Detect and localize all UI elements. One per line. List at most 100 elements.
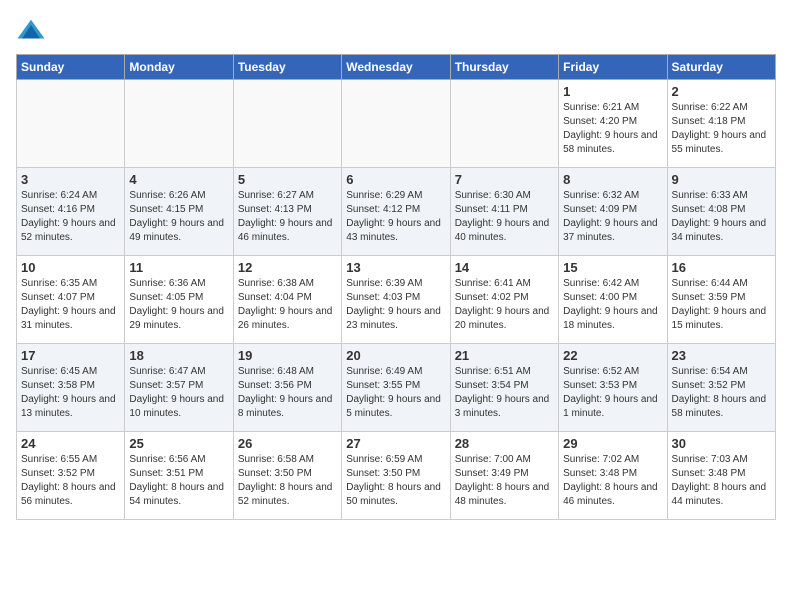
day-number: 6	[346, 172, 445, 187]
calendar-day-cell: 21 Sunrise: 6:51 AM Sunset: 3:54 PM Dayli…	[450, 344, 558, 432]
calendar-day-cell: 8Sunrise: 6:32 AM Sunset: 4:09 PM Daylig…	[559, 168, 667, 256]
day-info: Sunrise: 6:48 AM Sunset: 3:56 PM Dayligh…	[238, 365, 337, 421]
calendar-day-cell: 25 Sunrise: 6:56 AM Sunset: 3:51 PM Dayli…	[125, 432, 233, 520]
calendar-day-cell: 2 Sunrise: 6:22 AM Sunset: 4:18 PM Daylig…	[667, 80, 775, 168]
day-number: 19	[238, 348, 337, 363]
calendar-day-cell: 16 Sunrise: 6:44 AM Sunset: 3:59 PM Dayli…	[667, 256, 775, 344]
calendar-day-cell: 27 Sunrise: 6:59 AM Sunset: 3:50 PM Dayli…	[342, 432, 450, 520]
day-number: 26	[238, 436, 337, 451]
day-number: 24	[21, 436, 120, 451]
calendar-day-cell: 6 Sunrise: 6:29 AM Sunset: 4:12 PM Daylig…	[342, 168, 450, 256]
day-info: Sunrise: 6:27 AM Sunset: 4:13 PM Dayligh…	[238, 189, 337, 245]
day-number: 12	[238, 260, 337, 275]
day-info: Sunrise: 6:42 AM Sunset: 4:00 PM Dayligh…	[563, 277, 662, 333]
calendar-day-cell: 18Sunrise: 6:47 AM Sunset: 3:57 PM Dayli…	[125, 344, 233, 432]
calendar-day-cell: 24 Sunrise: 6:55 AM Sunset: 3:52 PM Dayli…	[17, 432, 125, 520]
calendar-day-cell: 23Sunrise: 6:54 AM Sunset: 3:52 PM Dayli…	[667, 344, 775, 432]
day-number: 15	[563, 260, 662, 275]
day-number: 7	[455, 172, 554, 187]
day-number: 28	[455, 436, 554, 451]
calendar-day-cell: 15 Sunrise: 6:42 AM Sunset: 4:00 PM Dayli…	[559, 256, 667, 344]
calendar-day-cell: 11 Sunrise: 6:36 AM Sunset: 4:05 PM Dayli…	[125, 256, 233, 344]
day-info: Sunrise: 6:49 AM Sunset: 3:55 PM Dayligh…	[346, 365, 445, 421]
calendar-day-cell	[450, 80, 558, 168]
day-info: Sunrise: 7:02 AM Sunset: 3:48 PM Dayligh…	[563, 453, 662, 509]
day-info: Sunrise: 6:21 AM Sunset: 4:20 PM Dayligh…	[563, 101, 662, 157]
calendar-day-cell: 26 Sunrise: 6:58 AM Sunset: 3:50 PM Dayli…	[233, 432, 341, 520]
calendar-day-cell: 10 Sunrise: 6:35 AM Sunset: 4:07 PM Dayli…	[17, 256, 125, 344]
weekday-header: Friday	[559, 55, 667, 80]
calendar-header-row: SundayMondayTuesdayWednesdayThursdayFrid…	[17, 55, 776, 80]
day-number: 10	[21, 260, 120, 275]
logo-icon	[16, 16, 46, 46]
day-info: Sunrise: 6:56 AM Sunset: 3:51 PM Dayligh…	[129, 453, 228, 509]
day-info: Sunrise: 6:41 AM Sunset: 4:02 PM Dayligh…	[455, 277, 554, 333]
calendar-week-row: 24 Sunrise: 6:55 AM Sunset: 3:52 PM Dayli…	[17, 432, 776, 520]
calendar-day-cell: 30 Sunrise: 7:03 AM Sunset: 3:48 PM Dayli…	[667, 432, 775, 520]
calendar-day-cell: 14 Sunrise: 6:41 AM Sunset: 4:02 PM Dayli…	[450, 256, 558, 344]
day-number: 1	[563, 84, 662, 99]
calendar-day-cell: 19 Sunrise: 6:48 AM Sunset: 3:56 PM Dayli…	[233, 344, 341, 432]
day-number: 30	[672, 436, 771, 451]
day-number: 11	[129, 260, 228, 275]
day-info: Sunrise: 6:55 AM Sunset: 3:52 PM Dayligh…	[21, 453, 120, 509]
day-info: Sunrise: 7:03 AM Sunset: 3:48 PM Dayligh…	[672, 453, 771, 509]
day-info: Sunrise: 6:36 AM Sunset: 4:05 PM Dayligh…	[129, 277, 228, 333]
calendar-day-cell: 12 Sunrise: 6:38 AM Sunset: 4:04 PM Dayli…	[233, 256, 341, 344]
day-number: 14	[455, 260, 554, 275]
day-number: 27	[346, 436, 445, 451]
day-info: Sunrise: 6:26 AM Sunset: 4:15 PM Dayligh…	[129, 189, 228, 245]
day-number: 16	[672, 260, 771, 275]
calendar-day-cell: 7 Sunrise: 6:30 AM Sunset: 4:11 PM Daylig…	[450, 168, 558, 256]
day-info: Sunrise: 6:52 AM Sunset: 3:53 PM Dayligh…	[563, 365, 662, 421]
calendar-day-cell: 4 Sunrise: 6:26 AM Sunset: 4:15 PM Daylig…	[125, 168, 233, 256]
day-number: 21	[455, 348, 554, 363]
day-info: Sunrise: 6:33 AM Sunset: 4:08 PM Dayligh…	[672, 189, 771, 245]
day-info: Sunrise: 6:22 AM Sunset: 4:18 PM Dayligh…	[672, 101, 771, 157]
calendar-table: SundayMondayTuesdayWednesdayThursdayFrid…	[16, 54, 776, 520]
day-info: Sunrise: 7:00 AM Sunset: 3:49 PM Dayligh…	[455, 453, 554, 509]
day-info: Sunrise: 6:59 AM Sunset: 3:50 PM Dayligh…	[346, 453, 445, 509]
calendar-day-cell: 3Sunrise: 6:24 AM Sunset: 4:16 PM Daylig…	[17, 168, 125, 256]
calendar-day-cell: 13 Sunrise: 6:39 AM Sunset: 4:03 PM Dayli…	[342, 256, 450, 344]
day-info: Sunrise: 6:58 AM Sunset: 3:50 PM Dayligh…	[238, 453, 337, 509]
day-info: Sunrise: 6:44 AM Sunset: 3:59 PM Dayligh…	[672, 277, 771, 333]
day-info: Sunrise: 6:39 AM Sunset: 4:03 PM Dayligh…	[346, 277, 445, 333]
day-info: Sunrise: 6:38 AM Sunset: 4:04 PM Dayligh…	[238, 277, 337, 333]
day-info: Sunrise: 6:35 AM Sunset: 4:07 PM Dayligh…	[21, 277, 120, 333]
calendar-day-cell: 29Sunrise: 7:02 AM Sunset: 3:48 PM Dayli…	[559, 432, 667, 520]
calendar-day-cell: 28 Sunrise: 7:00 AM Sunset: 3:49 PM Dayli…	[450, 432, 558, 520]
day-number: 22	[563, 348, 662, 363]
calendar-day-cell: 1 Sunrise: 6:21 AM Sunset: 4:20 PM Daylig…	[559, 80, 667, 168]
calendar-day-cell	[17, 80, 125, 168]
day-info: Sunrise: 6:24 AM Sunset: 4:16 PM Dayligh…	[21, 189, 120, 245]
day-info: Sunrise: 6:47 AM Sunset: 3:57 PM Dayligh…	[129, 365, 228, 421]
day-number: 25	[129, 436, 228, 451]
calendar-week-row: 10 Sunrise: 6:35 AM Sunset: 4:07 PM Dayli…	[17, 256, 776, 344]
day-info: Sunrise: 6:29 AM Sunset: 4:12 PM Dayligh…	[346, 189, 445, 245]
calendar-day-cell: 9 Sunrise: 6:33 AM Sunset: 4:08 PM Daylig…	[667, 168, 775, 256]
page-header	[16, 16, 776, 46]
weekday-header: Sunday	[17, 55, 125, 80]
weekday-header: Saturday	[667, 55, 775, 80]
weekday-header: Tuesday	[233, 55, 341, 80]
calendar-week-row: 17Sunrise: 6:45 AM Sunset: 3:58 PM Dayli…	[17, 344, 776, 432]
day-info: Sunrise: 6:30 AM Sunset: 4:11 PM Dayligh…	[455, 189, 554, 245]
logo	[16, 16, 50, 46]
calendar-day-cell: 20 Sunrise: 6:49 AM Sunset: 3:55 PM Dayli…	[342, 344, 450, 432]
day-number: 13	[346, 260, 445, 275]
day-number: 9	[672, 172, 771, 187]
calendar-week-row: 3Sunrise: 6:24 AM Sunset: 4:16 PM Daylig…	[17, 168, 776, 256]
day-info: Sunrise: 6:32 AM Sunset: 4:09 PM Dayligh…	[563, 189, 662, 245]
day-number: 4	[129, 172, 228, 187]
calendar-day-cell	[233, 80, 341, 168]
day-info: Sunrise: 6:45 AM Sunset: 3:58 PM Dayligh…	[21, 365, 120, 421]
day-number: 20	[346, 348, 445, 363]
calendar-day-cell: 5Sunrise: 6:27 AM Sunset: 4:13 PM Daylig…	[233, 168, 341, 256]
calendar-day-cell	[125, 80, 233, 168]
calendar-week-row: 1 Sunrise: 6:21 AM Sunset: 4:20 PM Daylig…	[17, 80, 776, 168]
day-number: 2	[672, 84, 771, 99]
calendar-day-cell	[342, 80, 450, 168]
day-info: Sunrise: 6:51 AM Sunset: 3:54 PM Dayligh…	[455, 365, 554, 421]
calendar-day-cell: 17Sunrise: 6:45 AM Sunset: 3:58 PM Dayli…	[17, 344, 125, 432]
